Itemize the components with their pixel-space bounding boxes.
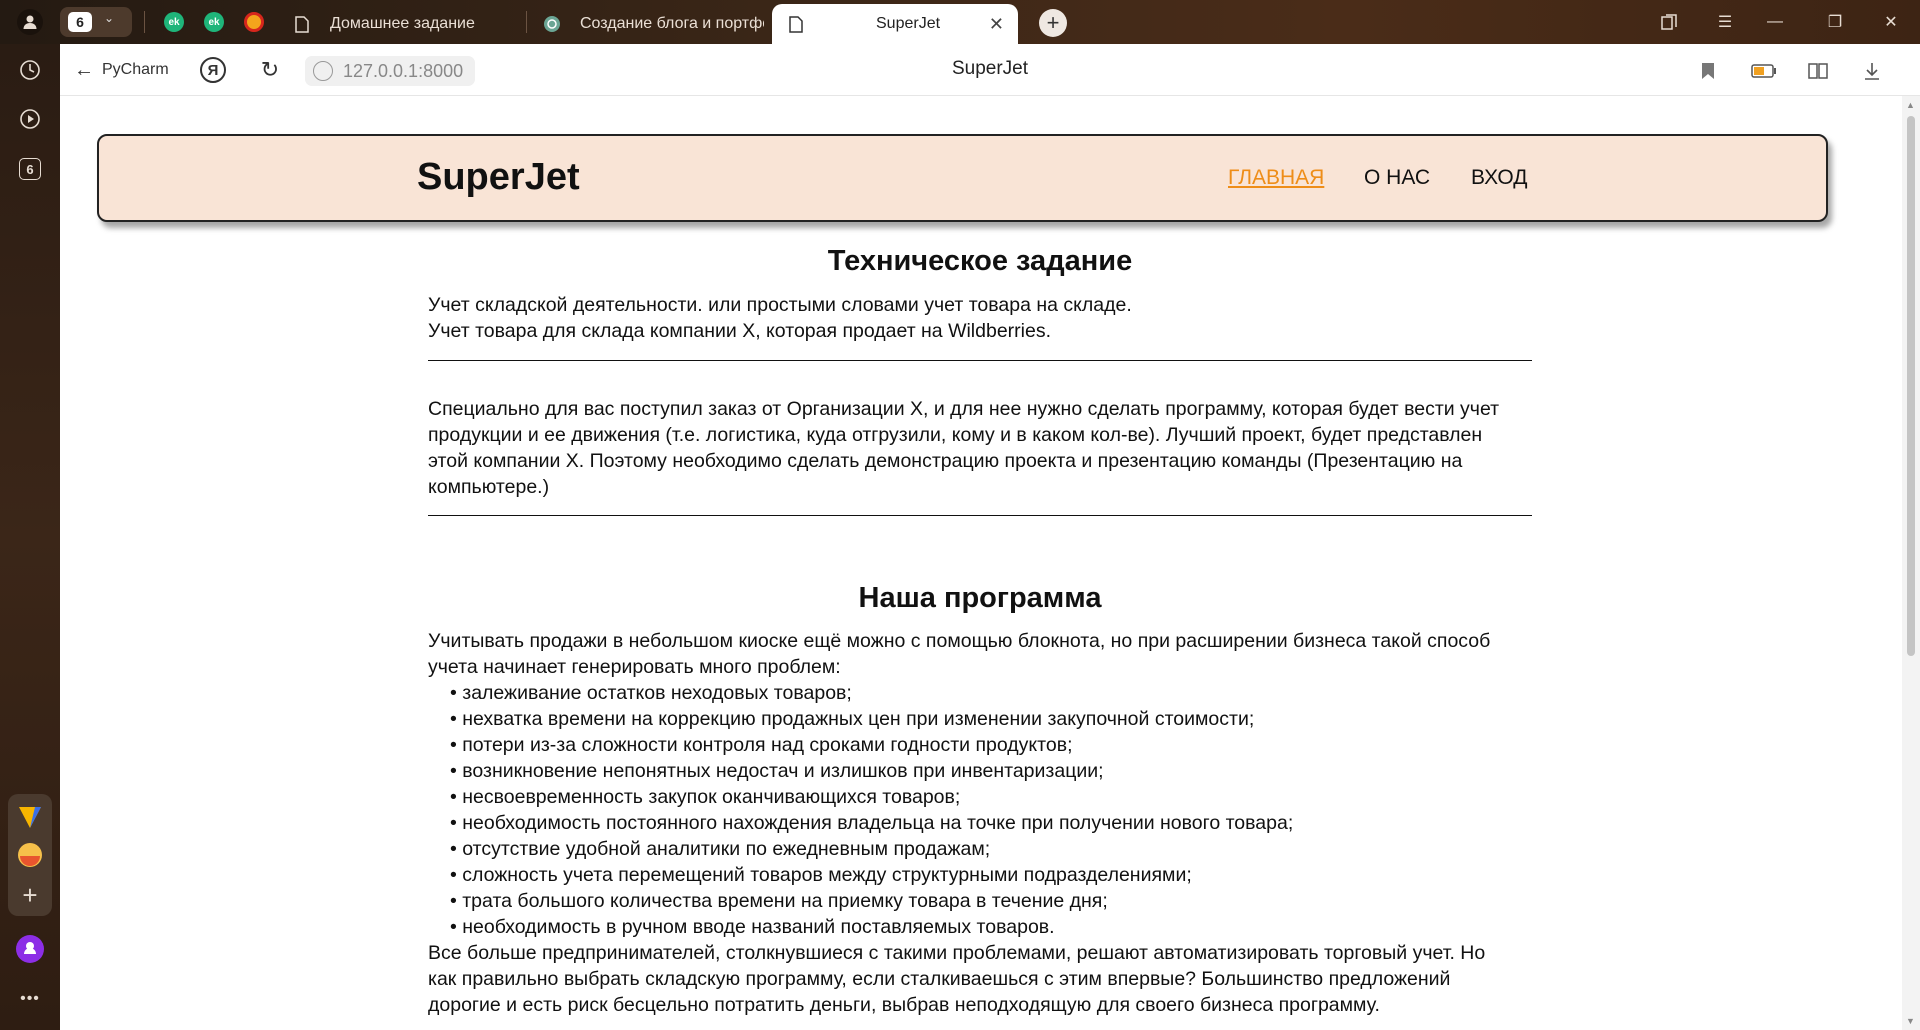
pinned-tab-3[interactable] xyxy=(240,8,268,36)
app-icon: ek xyxy=(164,12,184,32)
chatgpt-icon xyxy=(542,14,562,34)
browser-window: ← PyCharm Я ↻ 127.0.0.1:8000 SuperJet Su… xyxy=(60,44,1920,1030)
text-line: как правильно выбрать складскую программ… xyxy=(428,968,1451,990)
text-line: Все больше предпринимателей, столкнувшие… xyxy=(428,942,1486,964)
document-icon xyxy=(292,14,312,34)
text-line: Учет складской деятельности. или простым… xyxy=(428,294,1132,316)
divider xyxy=(526,11,527,33)
list-item: отсутствие удобной аналитики по ежедневн… xyxy=(450,836,1293,862)
text-line: этой компании X. Поэтому необходимо сдел… xyxy=(428,450,1463,472)
vertical-scrollbar[interactable]: ▲ ▼ xyxy=(1902,96,1920,1030)
text-line: Учет товара для склада компании X, котор… xyxy=(428,320,1052,342)
divider xyxy=(144,11,145,33)
minimize-icon[interactable]: — xyxy=(1760,10,1790,34)
menu-icon[interactable]: ☰ xyxy=(1710,10,1740,34)
url-field[interactable]: 127.0.0.1:8000 xyxy=(305,56,476,86)
list-item: потери из-за сложности контроля над срок… xyxy=(450,732,1293,758)
site-header: SuperJet ГЛАВНАЯ О НАС ВХОД xyxy=(97,134,1828,222)
app-icon xyxy=(244,12,264,32)
site-logo[interactable]: SuperJet xyxy=(417,156,580,199)
download-icon[interactable] xyxy=(1858,57,1886,85)
text-line: компьютере.) xyxy=(428,476,550,498)
list-item: необходимость постоянного нахождения вла… xyxy=(450,810,1293,836)
text-line: продукции и ее движения (т.е. логистика,… xyxy=(428,424,1483,446)
tab-label: Создание блога и портфо xyxy=(580,15,764,32)
section-title-spec: Техническое задание xyxy=(827,245,1133,277)
yandex-button[interactable]: Я xyxy=(200,57,226,83)
program-intro: Учитывать продажи в небольшом киоске ещё… xyxy=(428,628,1532,680)
spec-paragraph: Специально для вас поступил заказ от Орг… xyxy=(428,396,1532,500)
close-icon[interactable]: ✕ xyxy=(989,14,1004,35)
spec-intro: Учет складской деятельности. или простым… xyxy=(428,292,1532,344)
reader-icon[interactable] xyxy=(1804,57,1832,85)
problems-list: залеживание остатков неходовых товаров; … xyxy=(450,680,1293,940)
page-viewport: SuperJet ГЛАВНАЯ О НАС ВХОД Техническое … xyxy=(60,96,1902,1030)
url-text: 127.0.0.1:8000 xyxy=(343,60,464,81)
collections-icon[interactable] xyxy=(1654,10,1684,34)
section-title-program: Наша программа xyxy=(858,582,1102,614)
close-window-icon[interactable]: ✕ xyxy=(1876,10,1906,34)
back-label: PyCharm xyxy=(102,61,169,78)
list-item: залеживание остатков неходовых товаров; xyxy=(450,680,1293,706)
new-tab-button[interactable]: + xyxy=(1039,9,1067,37)
back-button[interactable]: ← PyCharm xyxy=(74,58,169,82)
nav-about-link[interactable]: О НАС xyxy=(1364,166,1430,190)
address-bar: ← PyCharm Я ↻ 127.0.0.1:8000 SuperJet xyxy=(60,44,1920,96)
nav-home-link[interactable]: ГЛАВНАЯ xyxy=(1228,166,1324,190)
text-line: учета начинает генерировать много пробле… xyxy=(428,656,841,678)
add-app-icon[interactable]: + xyxy=(15,880,45,910)
horizontal-rule xyxy=(428,515,1532,516)
browser-sidebar: 6 + ••• xyxy=(0,44,60,1030)
app-icon: ek xyxy=(204,12,224,32)
more-icon[interactable]: ••• xyxy=(15,984,45,1014)
restore-icon[interactable]: ❐ xyxy=(1820,10,1850,34)
nav-login-link[interactable]: ВХОД xyxy=(1471,166,1528,190)
bookmark-icon[interactable] xyxy=(1694,57,1722,85)
alice-icon[interactable] xyxy=(15,934,45,964)
reload-icon[interactable]: ↻ xyxy=(256,56,284,84)
history-icon[interactable] xyxy=(15,55,45,85)
horizontal-rule xyxy=(428,360,1532,361)
sidebar-badge: 6 xyxy=(19,158,41,180)
tab-groups-icon[interactable]: 6 xyxy=(15,154,45,184)
tab-homework[interactable]: Домашнее задание xyxy=(278,4,524,44)
program-outro: Все больше предпринимателей, столкнувшие… xyxy=(428,940,1532,1018)
text-line: Учитывать продажи в небольшом киоске ещё… xyxy=(428,630,1491,652)
plus-icon: + xyxy=(1046,10,1060,35)
battery-saver-icon[interactable] xyxy=(1750,57,1778,85)
tab-label: SuperJet xyxy=(876,15,941,32)
list-item: нехватка времени на коррекцию продажных … xyxy=(450,706,1293,732)
text-line: Специально для вас поступил заказ от Орг… xyxy=(428,398,1500,420)
document-icon xyxy=(786,14,806,34)
list-item: необходимость в ручном вводе названий по… xyxy=(450,914,1293,940)
video-icon[interactable] xyxy=(15,104,45,134)
chevron-down-icon: ⌄ xyxy=(104,11,115,25)
list-item: возникновение непонятных недостач и изли… xyxy=(450,758,1293,784)
text-line: дорогие и есть риск бесцельно потратить … xyxy=(428,994,1380,1016)
list-item: сложность учета перемещений товаров межд… xyxy=(450,862,1293,888)
scroll-up-icon[interactable]: ▲ xyxy=(1906,100,1915,110)
profile-icon xyxy=(17,9,43,35)
globe-icon xyxy=(313,61,333,81)
arrow-left-icon: ← xyxy=(74,58,94,81)
browser-titlebar: 6 ⌄ ek ek Домашнее задание Создание блог… xyxy=(0,0,1920,44)
scroll-down-icon[interactable]: ▼ xyxy=(1906,1016,1915,1026)
tab-blog[interactable]: Создание блога и портфо xyxy=(528,4,764,44)
scrollbar-thumb[interactable] xyxy=(1907,116,1915,656)
tab-group-count: 6 xyxy=(68,12,92,32)
pinned-tab-1[interactable]: ek xyxy=(160,8,188,36)
profile-button[interactable] xyxy=(14,8,46,36)
list-item: трата большого количества времени на при… xyxy=(450,888,1293,914)
yandex-market-icon[interactable] xyxy=(15,802,45,832)
list-item: несвоевременность закупок оканчивающихся… xyxy=(450,784,1293,810)
tab-superjet[interactable]: SuperJet ✕ xyxy=(772,4,1018,44)
tab-label: Домашнее задание xyxy=(330,15,475,32)
pinned-tab-2[interactable]: ek xyxy=(200,8,228,36)
tab-group-pill[interactable]: 6 ⌄ xyxy=(60,7,132,37)
mail-app-icon[interactable] xyxy=(15,840,45,870)
